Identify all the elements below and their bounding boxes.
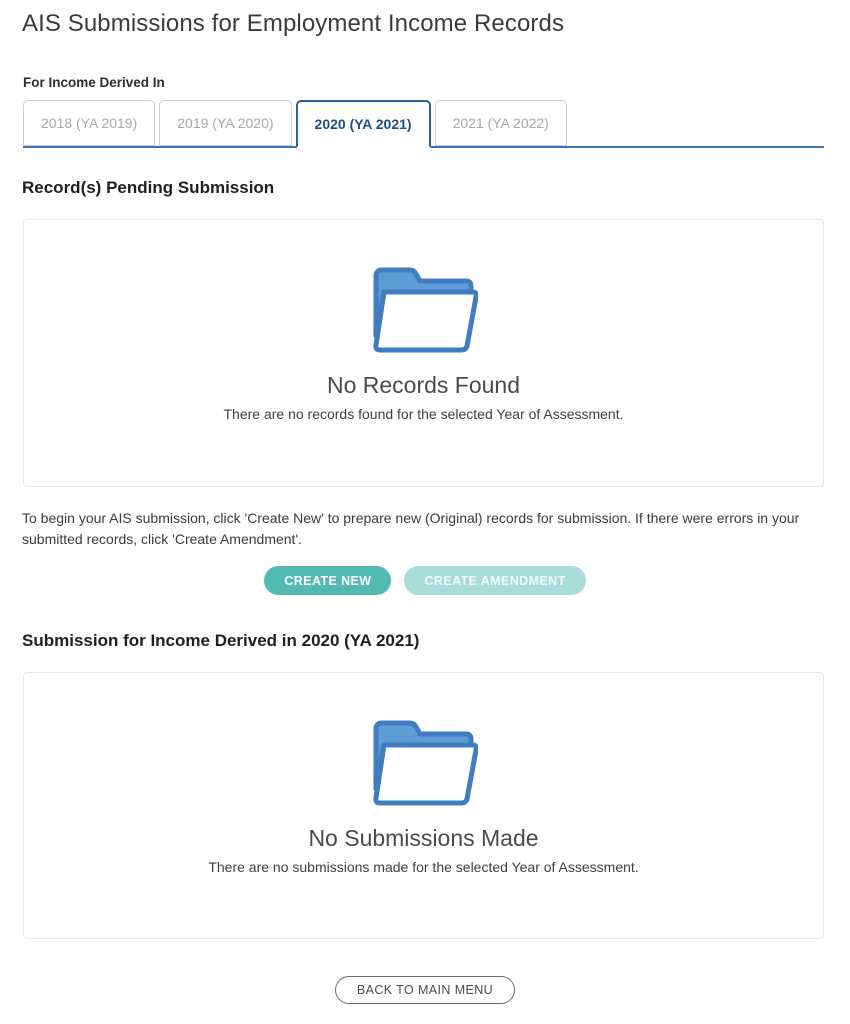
empty-state-subtitle: There are no records found for the selec…	[223, 405, 624, 422]
tab-label: 2021 (YA 2022)	[452, 115, 549, 131]
tab-2018-ya-2019[interactable]: 2018 (YA 2019)	[23, 100, 156, 146]
submission-instructions: To begin your AIS submission, click 'Cre…	[22, 510, 800, 547]
empty-state-title: No Submissions Made	[308, 825, 539, 851]
create-new-button[interactable]: CREATE NEW	[264, 566, 392, 595]
submission-panel: No Submissions Made There are no submiss…	[23, 672, 824, 939]
tab-2019-ya-2020[interactable]: 2019 (YA 2020)	[159, 100, 292, 146]
tabs-group-label: For Income Derived In	[23, 75, 165, 90]
tab-label: 2020 (YA 2021)	[314, 116, 412, 132]
pending-records-panel: No Records Found There are no records fo…	[23, 219, 824, 487]
pending-empty-state: No Records Found There are no records fo…	[24, 220, 823, 486]
footer-button-row: BACK TO MAIN MENU	[0, 976, 850, 1004]
empty-state-title: No Records Found	[326, 372, 521, 398]
back-to-main-menu-button[interactable]: BACK TO MAIN MENU	[334, 976, 516, 1004]
year-tabs: 2018 (YA 2019) 2019 (YA 2020) 2020 (YA 2…	[23, 100, 824, 148]
submission-empty-state: No Submissions Made There are no submiss…	[24, 673, 823, 938]
action-button-row: CREATE NEW CREATE AMENDMENT	[0, 566, 850, 595]
tab-label: 2019 (YA 2020)	[177, 115, 274, 131]
tab-2020-ya-2021[interactable]: 2020 (YA 2021)	[295, 100, 431, 148]
submission-heading: Submission for Income Derived in 2020 (Y…	[22, 631, 420, 650]
create-amendment-button[interactable]: CREATE AMENDMENT	[404, 566, 586, 595]
ais-submissions-page: AIS Submissions for Employment Income Re…	[0, 0, 850, 1024]
folder-open-icon	[372, 720, 478, 806]
tab-2021-ya-2022[interactable]: 2021 (YA 2022)	[434, 100, 567, 146]
tabs-row: 2018 (YA 2019) 2019 (YA 2020) 2020 (YA 2…	[23, 100, 571, 148]
folder-open-icon	[372, 267, 478, 353]
tab-label: 2018 (YA 2019)	[41, 115, 138, 131]
pending-records-heading: Record(s) Pending Submission	[22, 178, 275, 197]
page-title: AIS Submissions for Employment Income Re…	[22, 10, 565, 37]
empty-state-subtitle: There are no submissions made for the se…	[208, 858, 639, 875]
